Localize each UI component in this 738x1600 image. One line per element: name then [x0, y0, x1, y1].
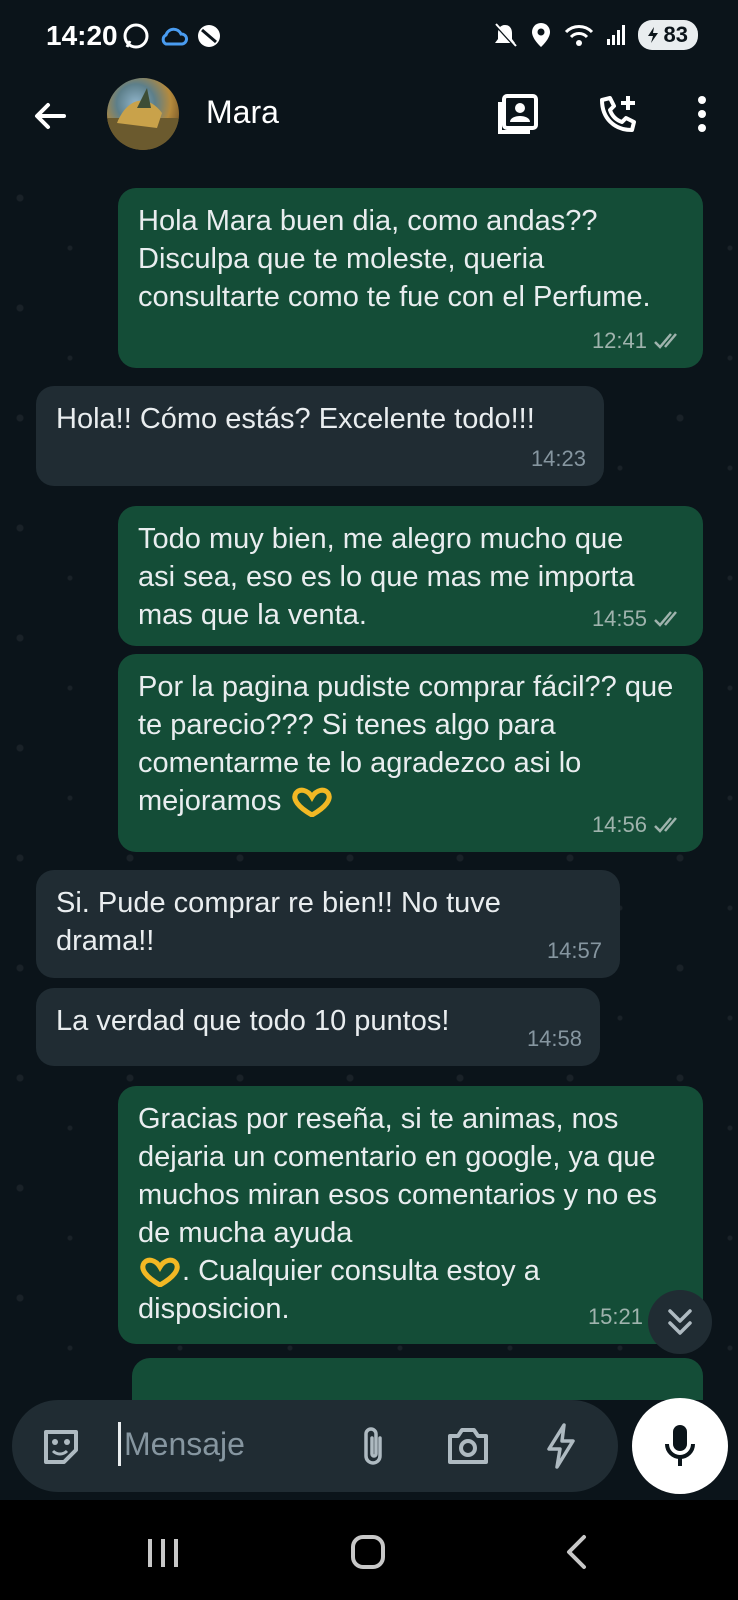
signal-icon	[606, 25, 625, 45]
status-bar: 14:20 83	[0, 0, 738, 72]
quick-reply-lightning-icon[interactable]	[544, 1422, 578, 1470]
message-time: 14:57	[546, 938, 602, 963]
message-outgoing[interactable]: Hola Mara buen dia, como andas?? Disculp…	[118, 188, 703, 368]
message-text: Hola Mara buen dia, como andas?? Disculp…	[138, 205, 651, 313]
message-composer: Mensaje	[12, 1400, 618, 1492]
heart-hands-emoji-icon	[140, 1258, 180, 1288]
message-text: Todo muy bien, me alegro mucho que asi s…	[138, 523, 635, 631]
more-options-icon[interactable]	[696, 94, 708, 134]
message-outgoing-partial[interactable]	[132, 1358, 703, 1400]
back-arrow-icon[interactable]	[30, 96, 70, 136]
message-time: 14:56	[591, 812, 647, 837]
double-check-icon	[654, 817, 677, 833]
double-chevron-down-icon	[668, 1309, 692, 1335]
recent-apps-icon[interactable]	[146, 1538, 180, 1568]
message-time: 14:23	[530, 446, 586, 471]
message-text: Gracias por reseña, si te animas, nos de…	[138, 1103, 657, 1249]
double-check-icon	[654, 333, 677, 349]
whatsapp-notification-icon	[123, 23, 149, 49]
message-text-continued: . Cualquier consulta estoy a disposicion…	[138, 1255, 540, 1325]
attach-icon[interactable]	[358, 1424, 388, 1470]
message-outgoing[interactable]: Por la pagina pudiste comprar fácil?? qu…	[118, 654, 703, 852]
home-icon[interactable]	[350, 1534, 386, 1570]
chat-header: Mara	[0, 72, 738, 168]
battery-saver-icon	[647, 27, 658, 43]
mute-icon	[493, 22, 517, 48]
heart-hands-emoji-icon	[291, 788, 332, 818]
status-time: 14:20	[46, 20, 118, 51]
microphone-icon	[665, 1425, 695, 1466]
wifi-icon	[564, 25, 593, 46]
message-time: 12:41	[591, 328, 647, 353]
back-nav-icon[interactable]	[564, 1534, 588, 1570]
system-navigation-bar	[0, 1500, 738, 1600]
add-call-icon[interactable]	[596, 92, 640, 136]
avatar[interactable]	[107, 78, 179, 150]
message-outgoing[interactable]: Gracias por reseña, si te animas, nos de…	[118, 1086, 703, 1344]
message-time: 14:55	[591, 606, 647, 631]
scroll-to-bottom-button[interactable]	[648, 1290, 712, 1354]
contact-name[interactable]: Mara	[206, 94, 279, 131]
cloud-icon	[161, 27, 188, 46]
message-text: Si. Pude comprar re bien!! No tuve drama…	[56, 887, 501, 957]
camera-icon[interactable]	[446, 1426, 490, 1466]
message-input[interactable]: Mensaje	[124, 1426, 245, 1463]
message-incoming[interactable]: La verdad que todo 10 puntos! 14:58	[36, 988, 600, 1066]
location-icon	[531, 23, 550, 47]
text-caret	[118, 1422, 121, 1466]
message-text: Hola!! Cómo estás? Excelente todo!!!	[56, 403, 535, 435]
sticker-icon[interactable]	[40, 1426, 82, 1468]
message-incoming[interactable]: Hola!! Cómo estás? Excelente todo!!! 14:…	[36, 386, 604, 486]
battery-indicator: 83	[637, 20, 698, 50]
voice-message-button[interactable]	[632, 1398, 728, 1494]
message-time: 14:58	[526, 1026, 582, 1051]
chat-area[interactable]: Hola Mara buen dia, como andas?? Disculp…	[0, 168, 738, 1400]
message-incoming[interactable]: Si. Pude comprar re bien!! No tuve drama…	[36, 870, 620, 978]
message-text: La verdad que todo 10 puntos!	[56, 1005, 450, 1037]
contact-card-icon[interactable]	[496, 92, 540, 136]
blocked-icon	[198, 25, 220, 47]
message-outgoing[interactable]: Todo muy bien, me alegro mucho que asi s…	[118, 506, 703, 646]
battery-level: 83	[663, 22, 688, 47]
message-time: 15:21	[587, 1304, 643, 1329]
message-text: Por la pagina pudiste comprar fácil?? qu…	[138, 671, 674, 817]
double-check-icon	[654, 611, 677, 627]
